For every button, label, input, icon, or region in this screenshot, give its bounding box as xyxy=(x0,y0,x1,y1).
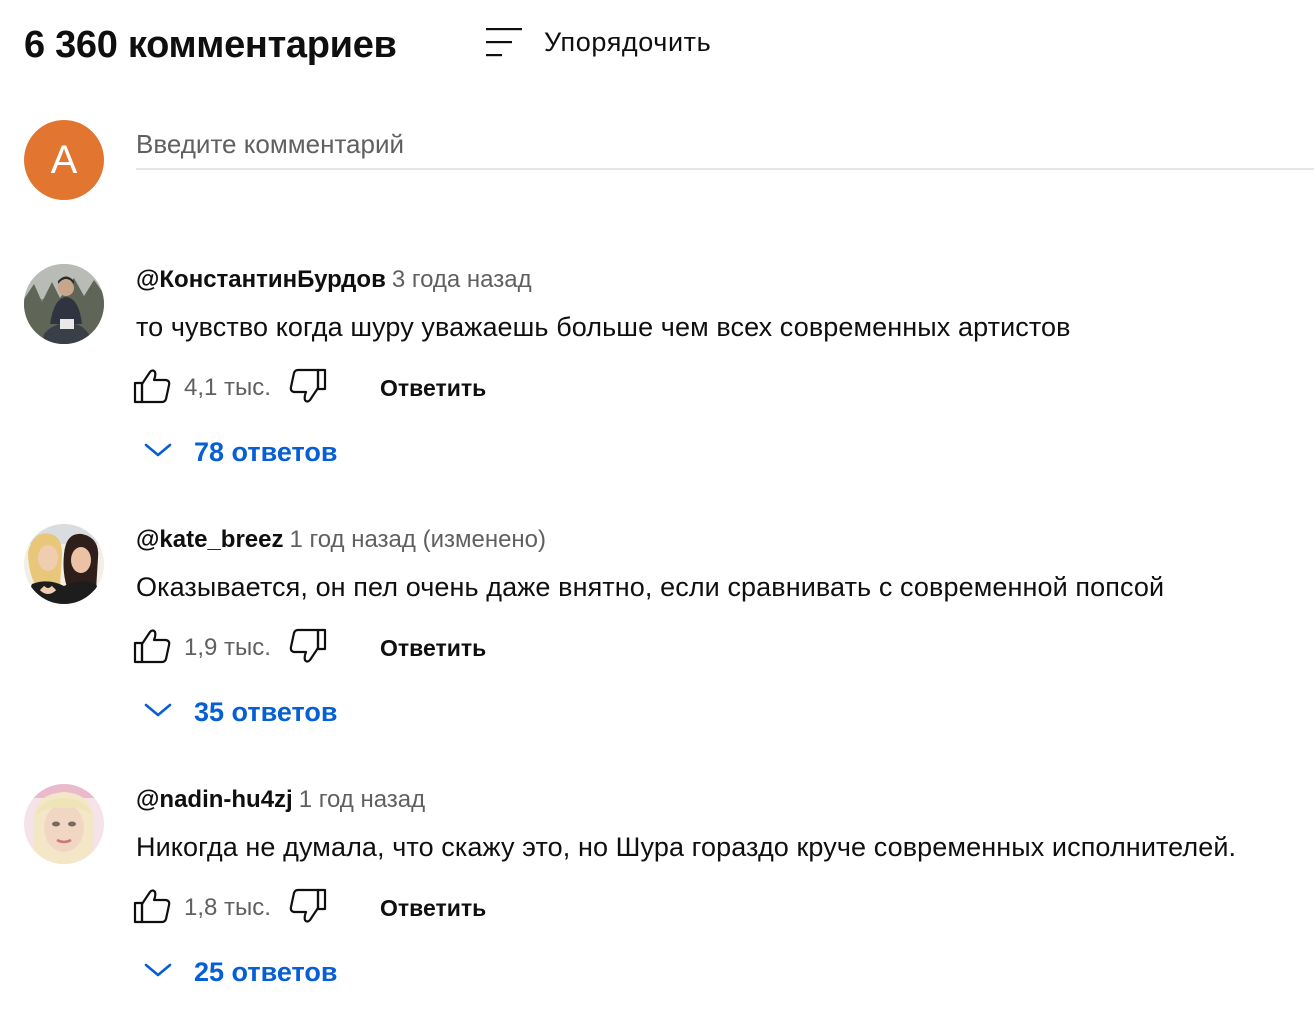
dislike-button[interactable] xyxy=(288,368,328,408)
comment-count: 6 360 комментариев xyxy=(24,23,397,66)
thumbs-down-icon xyxy=(288,886,328,931)
show-replies-button[interactable]: 25 ответов xyxy=(142,952,337,992)
reply-button[interactable]: Ответить xyxy=(380,635,486,662)
dislike-button[interactable] xyxy=(288,628,328,668)
sort-icon xyxy=(484,25,524,59)
thumbs-down-icon xyxy=(288,366,328,411)
chevron-down-icon xyxy=(142,960,174,985)
comment-thread: @КонстантинБурдов 3 года назад то чувство… xyxy=(24,264,1314,494)
dislike-button[interactable] xyxy=(288,888,328,928)
avatar[interactable] xyxy=(24,524,104,604)
chevron-down-icon xyxy=(142,700,174,725)
comment-thread: @nadin-hu4zj 1 год назад Никогда не думал… xyxy=(24,784,1314,1014)
like-button[interactable] xyxy=(132,888,172,928)
replies-count: 78 ответов xyxy=(194,436,338,467)
comment-text: то чувство когда шуру уважаешь больше че… xyxy=(136,312,1071,342)
like-button[interactable] xyxy=(132,368,172,408)
comment-time[interactable]: 3 года назад xyxy=(392,266,532,293)
reply-button[interactable]: Ответить xyxy=(380,375,486,402)
comment-author[interactable]: @КонстантинБурдов xyxy=(136,266,386,293)
avatar[interactable] xyxy=(24,784,104,864)
thumbs-up-icon xyxy=(132,626,172,671)
like-button[interactable] xyxy=(132,628,172,668)
chevron-down-icon xyxy=(142,440,174,465)
like-count: 1,9 тыс. xyxy=(184,634,271,661)
comment-text: Оказывается, он пел очень даже внятно, е… xyxy=(136,572,1165,602)
comment-actions: 1,8 тыс. Ответить xyxy=(132,888,486,928)
show-replies-button[interactable]: 35 ответов xyxy=(142,692,337,732)
avatar[interactable]: A xyxy=(24,120,104,200)
comments-header: 6 360 комментариев xyxy=(24,20,397,70)
comment-actions: 4,1 тыс. Ответить xyxy=(132,368,486,408)
comment-author[interactable]: @kate_breez xyxy=(136,526,283,553)
reply-button[interactable]: Ответить xyxy=(380,895,486,922)
thumbs-up-icon xyxy=(132,886,172,931)
comment-text: Никогда не думала, что скажу это, но Шур… xyxy=(136,832,1237,862)
replies-count: 25 ответов xyxy=(194,956,338,987)
comment-meta: @nadin-hu4zj 1 год назад xyxy=(136,786,425,814)
comment-meta: @kate_breez 1 год назад (изменено) xyxy=(136,526,546,554)
thumbs-down-icon xyxy=(288,626,328,671)
comment-time[interactable]: 1 год назад xyxy=(299,786,425,813)
comment-thread: @kate_breez 1 год назад (изменено) Оказыв… xyxy=(24,524,1314,754)
comment-time[interactable]: 1 год назад (изменено) xyxy=(289,526,546,553)
thumbs-up-icon xyxy=(132,366,172,411)
comment-composer: A xyxy=(24,120,1314,200)
show-replies-button[interactable]: 78 ответов xyxy=(142,432,337,472)
sort-button[interactable]: Упорядочить xyxy=(484,22,711,62)
comment-input[interactable] xyxy=(136,120,1314,170)
avatar[interactable] xyxy=(24,264,104,344)
sort-label: Упорядочить xyxy=(544,26,712,57)
like-count: 4,1 тыс. xyxy=(184,374,271,401)
like-count: 1,8 тыс. xyxy=(184,894,271,921)
comment-actions: 1,9 тыс. Ответить xyxy=(132,628,486,668)
comment-meta: @КонстантинБурдов 3 года назад xyxy=(136,266,532,294)
replies-count: 35 ответов xyxy=(194,696,338,727)
comment-author[interactable]: @nadin-hu4zj xyxy=(136,786,293,813)
